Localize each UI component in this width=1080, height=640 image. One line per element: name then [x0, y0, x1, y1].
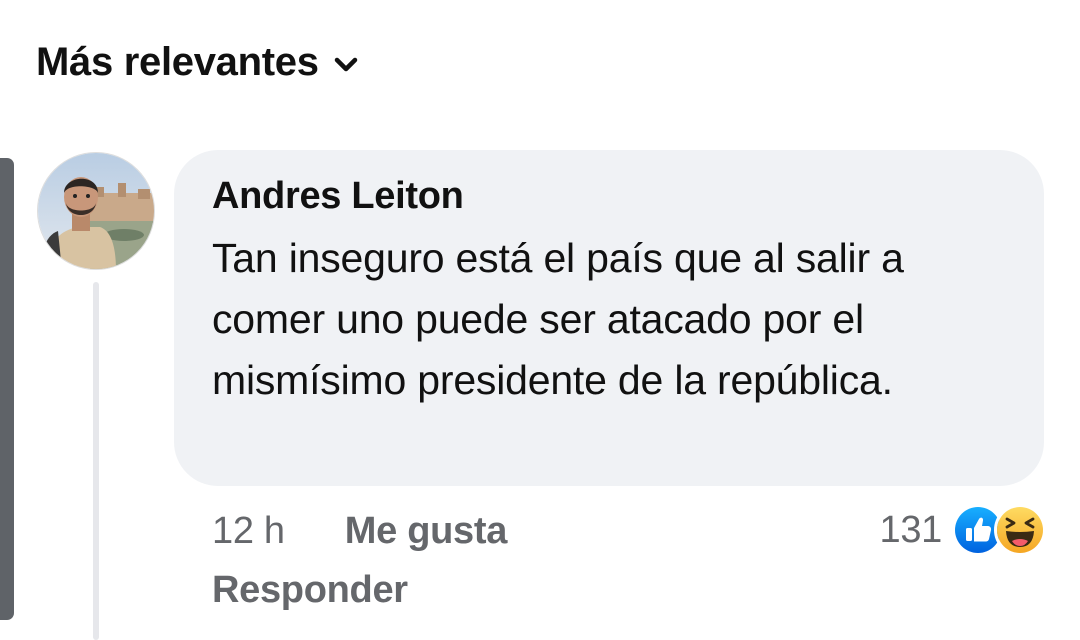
comment-author[interactable]: Andres Leiton — [212, 172, 1008, 220]
sort-label: Más relevantes — [36, 39, 319, 84]
comments-section: Más relevantes Andres Leiton Tan insegur… — [0, 0, 1080, 640]
thread-line — [93, 282, 99, 640]
reaction-count: 131 — [879, 508, 942, 551]
like-button[interactable]: Me gusta — [345, 510, 508, 553]
chevron-down-icon — [333, 56, 359, 74]
haha-icon — [994, 504, 1046, 556]
comment-actions: 12 h Me gusta — [212, 506, 507, 556]
reply-button[interactable]: Responder — [212, 564, 408, 616]
avatar[interactable] — [37, 152, 155, 270]
comment-timestamp[interactable]: 12 h — [212, 510, 285, 553]
scroll-indicator — [0, 158, 14, 620]
sort-dropdown[interactable]: Más relevantes — [36, 36, 359, 88]
reaction-icons — [952, 504, 1046, 556]
avatar-photo — [38, 153, 154, 269]
comment-text: Tan inseguro está el país que al salir a… — [212, 235, 904, 403]
comment-bubble: Andres Leiton Tan inseguro está el país … — [174, 150, 1044, 486]
reaction-summary[interactable]: 131 — [879, 500, 1046, 560]
